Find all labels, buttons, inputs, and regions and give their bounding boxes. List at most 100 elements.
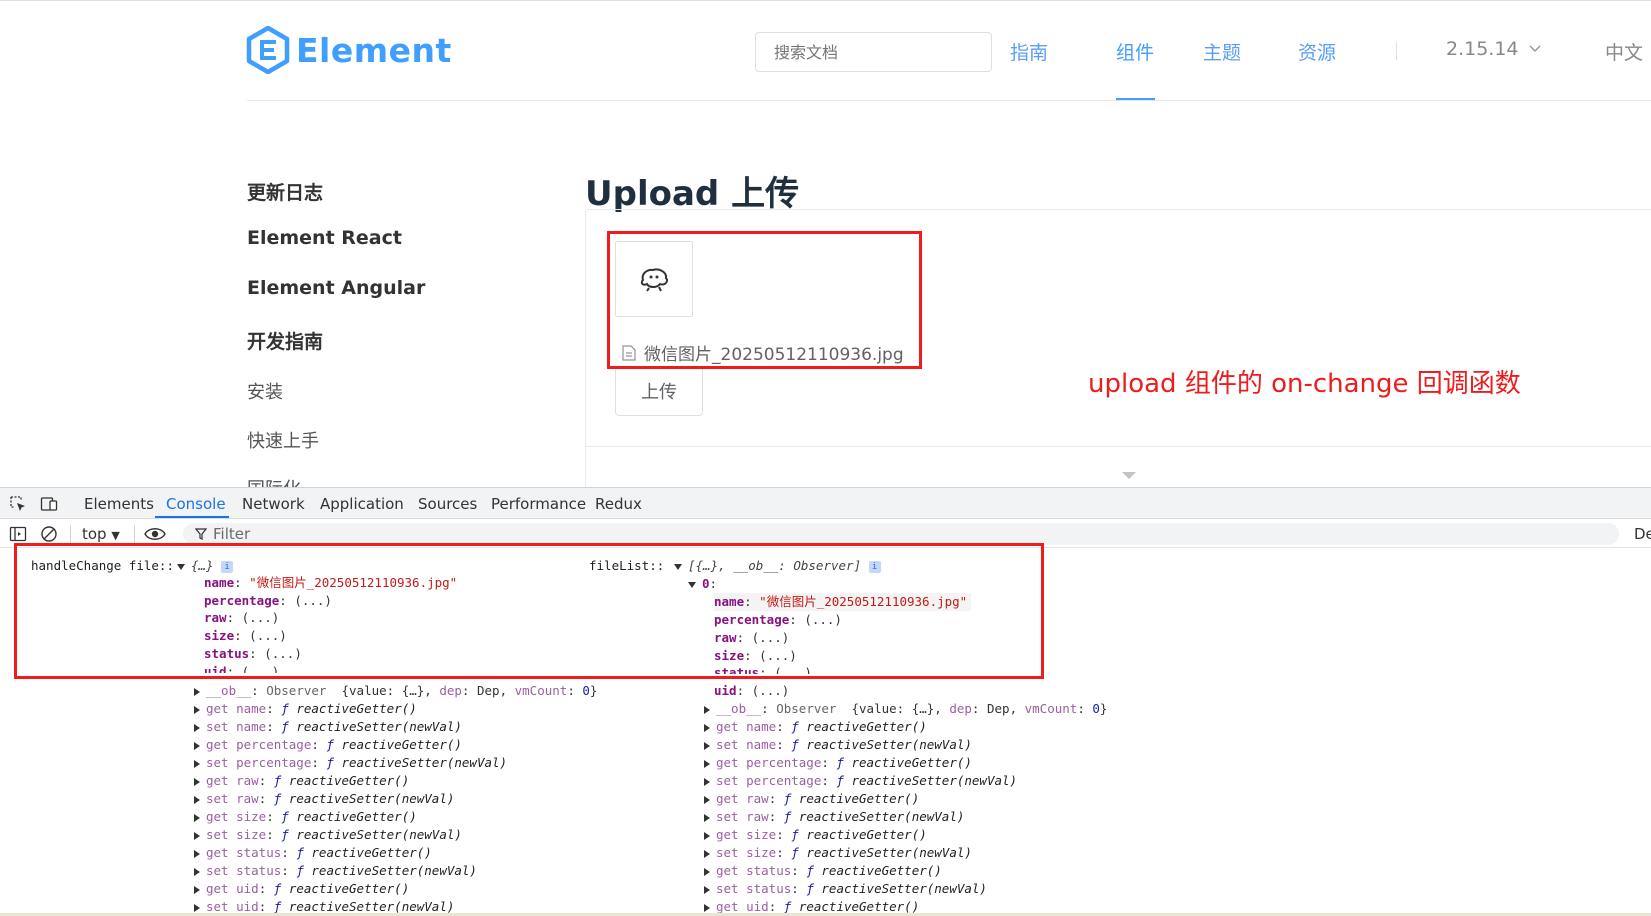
expand-triangle-icon[interactable] — [704, 849, 710, 858]
accessor-row[interactable]: get name: ƒ reactiveGetter() — [194, 700, 417, 718]
expand-triangle-icon[interactable] — [194, 777, 200, 786]
nav-guide[interactable]: 指南 — [1010, 38, 1048, 65]
observer-row[interactable]: __ob__: Observer {value: {…}, dep: Dep, … — [194, 682, 597, 700]
expand-triangle-icon[interactable] — [704, 759, 710, 768]
search-input[interactable] — [755, 32, 992, 72]
accessor-row[interactable]: set name: ƒ reactiveSetter(newVal) — [194, 718, 462, 736]
upload-button[interactable]: 上传 — [615, 366, 703, 416]
accessor-row[interactable]: set uid: ƒ reactiveSetter(newVal) — [194, 898, 454, 913]
accessor-row[interactable]: set status: ƒ reactiveSetter(newVal) — [194, 862, 477, 880]
expand-triangle-icon[interactable] — [194, 723, 200, 732]
expand-triangle-icon[interactable] — [704, 723, 710, 732]
accessor-fn: reactiveGetter() — [288, 773, 410, 788]
accessor-key: set percentage — [716, 773, 822, 788]
expand-triangle-icon[interactable] — [194, 813, 200, 822]
default-levels-label[interactable]: De — [1634, 525, 1651, 543]
sidebar-item-element-angular[interactable]: Element Angular — [247, 277, 425, 299]
expand-triangle-icon[interactable] — [704, 705, 710, 714]
accessor-row[interactable]: get uid: ƒ reactiveGetter() — [194, 880, 409, 898]
accessor-row[interactable]: get raw: ƒ reactiveGetter() — [194, 772, 409, 790]
sidebar-item-install[interactable]: 安装 — [247, 378, 283, 404]
function-icon: ƒ — [836, 755, 844, 770]
context-select[interactable]: top ▼ — [82, 525, 120, 543]
accessor-fn: reactiveSetter(newVal) — [798, 809, 965, 824]
accessor-row[interactable]: set percentage: ƒ reactiveSetter(newVal) — [194, 754, 507, 772]
nav-component[interactable]: 组件 — [1116, 38, 1154, 65]
version-label: 2.15.14 — [1446, 38, 1519, 60]
expand-code-caret-icon[interactable] — [1122, 472, 1136, 479]
expand-triangle-icon[interactable] — [194, 849, 200, 858]
prop-row[interactable]: uid: (...) — [714, 682, 789, 700]
tab-console[interactable]: Console — [166, 495, 226, 513]
tab-performance[interactable]: Performance — [491, 495, 586, 513]
sidebar-item-quickstart[interactable]: 快速上手 — [247, 427, 319, 453]
clear-console-icon[interactable] — [40, 525, 58, 543]
expand-triangle-icon[interactable] — [704, 831, 710, 840]
accessor-fn: reactiveSetter(newVal) — [296, 827, 462, 842]
observer-dep-value: Dep — [986, 701, 1010, 716]
accessor-row[interactable]: get percentage: ƒ reactiveGetter() — [194, 736, 462, 754]
sidebar-item-changelog[interactable]: 更新日志 — [247, 178, 323, 205]
nav-resource[interactable]: 资源 — [1298, 38, 1336, 65]
version-select[interactable]: 2.15.14 — [1446, 38, 1541, 60]
expand-triangle-icon[interactable] — [194, 831, 200, 840]
nav-theme[interactable]: 主题 — [1203, 38, 1241, 65]
observer-detail: {value: {…}, — [341, 683, 440, 698]
expand-triangle-icon[interactable] — [194, 867, 200, 876]
accessor-row[interactable]: get name: ƒ reactiveGetter() — [704, 718, 927, 736]
console-filter[interactable] — [183, 523, 1619, 545]
expand-triangle-icon[interactable] — [194, 885, 200, 894]
accessor-row[interactable]: set percentage: ƒ reactiveSetter(newVal) — [704, 772, 1017, 790]
observer-row[interactable]: __ob__: Observer {value: {…}, dep: Dep, … — [704, 700, 1107, 718]
tab-elements[interactable]: Elements — [84, 495, 154, 513]
expand-triangle-icon[interactable] — [704, 867, 710, 876]
accessor-key: get percentage — [206, 737, 312, 752]
expand-triangle-icon[interactable] — [194, 903, 200, 912]
element-logo[interactable]: Element — [246, 26, 452, 74]
accessor-row[interactable]: set status: ƒ reactiveSetter(newVal) — [704, 880, 987, 898]
function-icon: ƒ — [281, 827, 289, 842]
accessor-row[interactable]: set size: ƒ reactiveSetter(newVal) — [704, 844, 972, 862]
tab-application[interactable]: Application — [320, 495, 404, 513]
expand-triangle-icon[interactable] — [194, 687, 200, 696]
device-toolbar-icon[interactable] — [40, 495, 58, 513]
observer-key: __ob__ — [716, 701, 762, 716]
accessor-row[interactable]: set size: ƒ reactiveSetter(newVal) — [194, 826, 462, 844]
language-switch[interactable]: 中文 — [1605, 38, 1643, 65]
sidebar-item-i18n[interactable]: 国际化 — [247, 475, 301, 487]
expand-triangle-icon[interactable] — [194, 741, 200, 750]
tab-redux[interactable]: Redux — [595, 495, 642, 513]
tab-network[interactable]: Network — [242, 495, 305, 513]
accessor-row[interactable]: get uid: ƒ reactiveGetter() — [704, 898, 919, 913]
accessor-fn: reactiveSetter(newVal) — [288, 899, 455, 913]
accessor-key: set percentage — [206, 755, 312, 770]
sidebar-item-element-react[interactable]: Element React — [247, 227, 402, 249]
expand-triangle-icon[interactable] — [194, 705, 200, 714]
expand-triangle-icon[interactable] — [704, 903, 710, 912]
accessor-row[interactable]: set raw: ƒ reactiveSetter(newVal) — [194, 790, 454, 808]
expand-triangle-icon[interactable] — [194, 759, 200, 768]
expand-triangle-icon[interactable] — [704, 813, 710, 822]
filter-input[interactable] — [213, 525, 813, 543]
expand-triangle-icon[interactable] — [194, 795, 200, 804]
tab-sources[interactable]: Sources — [418, 495, 477, 513]
inspect-element-icon[interactable] — [9, 495, 27, 513]
accessor-row[interactable]: get percentage: ƒ reactiveGetter() — [704, 754, 972, 772]
function-icon: ƒ — [273, 881, 282, 896]
accessor-row[interactable]: set name: ƒ reactiveSetter(newVal) — [704, 736, 972, 754]
sidebar-toggle-icon[interactable] — [9, 525, 27, 543]
accessor-fn: reactiveSetter(newVal) — [806, 737, 972, 752]
accessor-row[interactable]: get raw: ƒ reactiveGetter() — [704, 790, 919, 808]
expand-triangle-icon[interactable] — [704, 795, 710, 804]
eye-icon[interactable] — [144, 525, 166, 543]
expand-triangle-icon[interactable] — [704, 741, 710, 750]
accessor-row[interactable]: get size: ƒ reactiveGetter() — [704, 826, 927, 844]
accessor-row[interactable]: set raw: ƒ reactiveSetter(newVal) — [704, 808, 964, 826]
demo-block-divider — [586, 446, 1651, 447]
accessor-row[interactable]: get size: ƒ reactiveGetter() — [194, 808, 417, 826]
expand-triangle-icon[interactable] — [704, 777, 710, 786]
accessor-fn: reactiveSetter(newVal) — [821, 881, 987, 896]
accessor-row[interactable]: get status: ƒ reactiveGetter() — [704, 862, 942, 880]
accessor-row[interactable]: get status: ƒ reactiveGetter() — [194, 844, 432, 862]
expand-triangle-icon[interactable] — [704, 885, 710, 894]
